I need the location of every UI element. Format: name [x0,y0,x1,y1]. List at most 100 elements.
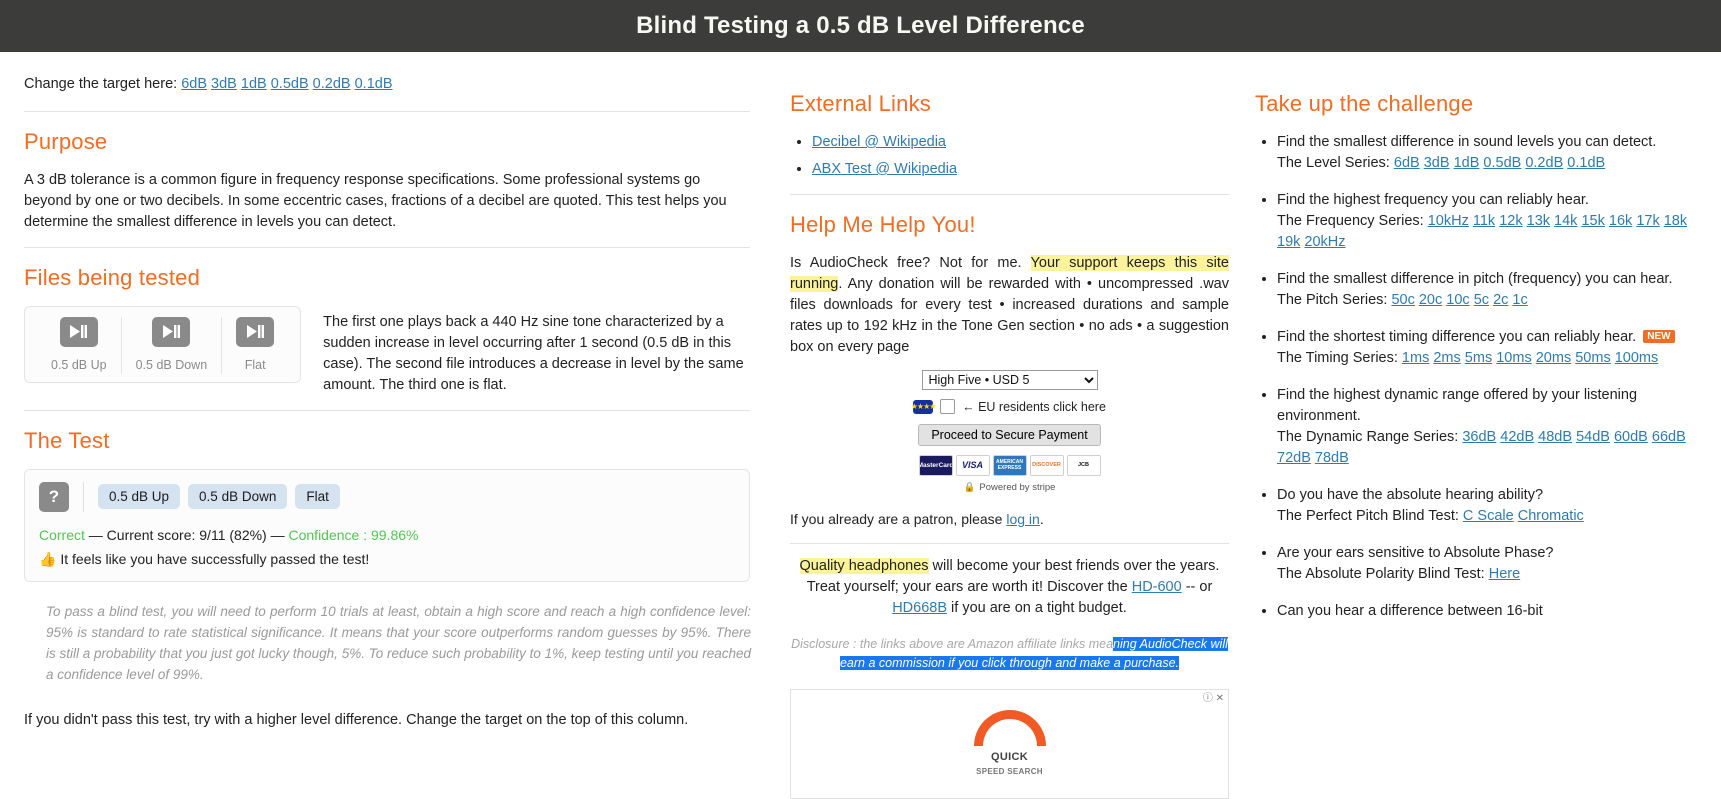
hd600-link[interactable]: HD-600 [1132,579,1182,595]
series-link-10ms[interactable]: 10ms [1496,350,1531,366]
series-link-5ms[interactable]: 5ms [1465,350,1492,366]
advertisement[interactable]: ⓘ ✕ QUICK SPEED SEARCH [790,688,1229,799]
files-description: The first one plays back a 440 Hz sine t… [323,313,744,393]
series-link-0.1dB[interactable]: 0.1dB [1567,155,1605,171]
right-column: Take up the challenge Find the smallest … [1255,52,1721,799]
play-pause-icon [70,325,88,339]
player-label-0: 0.5 dB Up [51,357,107,372]
target-links: 6dB 3dB 1dB 0.5dB 0.2dB 0.1dB [181,76,392,92]
speedometer-icon [973,709,1046,746]
series-link-10c[interactable]: 10c [1446,292,1469,308]
headphones-promo: Quality headphones will become your best… [790,556,1229,619]
challenge-item-2: Find the smallest difference in pitch (f… [1277,269,1713,311]
payment-cards: MasterCard VISA AMERICAN EXPRESS DISCOVER… [790,455,1229,477]
series-link-Chromatic[interactable]: Chromatic [1518,508,1584,524]
play-pause-icon [162,325,180,339]
test-footer: If you didn't pass this test, try with a… [24,712,689,729]
series-link-100ms[interactable]: 100ms [1615,350,1659,366]
series-link-10kHz[interactable]: 10kHz [1428,213,1469,229]
target-link-6dB[interactable]: 6dB [181,76,207,92]
series-link-72dB[interactable]: 72dB [1277,450,1311,466]
series-link-42dB[interactable]: 42dB [1500,429,1534,445]
series-link-60dB[interactable]: 60dB [1614,429,1648,445]
series-link-19k[interactable]: 19k [1277,234,1300,250]
confidence-value: Confidence : 99.86% [288,526,419,543]
player-label-1: 0.5 dB Down [135,357,208,372]
player-box: 0.5 dB Up 0.5 dB Down Flat [24,305,302,383]
challenge-item-1: Find the highest frequency you can relia… [1277,190,1713,253]
series-link-78dB[interactable]: 78dB [1315,450,1349,466]
external-link-1[interactable]: ABX Test @ Wikipedia [812,161,957,177]
series-link-48dB[interactable]: 48dB [1538,429,1572,445]
answer-button-2[interactable]: Flat [295,484,340,510]
discover-icon: DISCOVER [1029,455,1064,477]
target-link-3dB[interactable]: 3dB [211,76,237,92]
series-link-20c[interactable]: 20c [1419,292,1442,308]
series-link-20ms[interactable]: 20ms [1536,350,1571,366]
series-link-Here[interactable]: Here [1489,566,1520,582]
external-link-0[interactable]: Decibel @ Wikipedia [812,134,946,150]
target-link-0.2dB[interactable]: 0.2dB [313,76,351,92]
ad-controls-icon[interactable]: ⓘ ✕ [1203,692,1224,707]
challenge-item-4: Find the highest dynamic range offered b… [1277,385,1713,469]
series-link-14k[interactable]: 14k [1554,213,1577,229]
player-0: 0.5 dB Up [37,316,121,374]
series-link-0.2dB[interactable]: 0.2dB [1525,155,1563,171]
play-pause-button-down[interactable] [152,316,191,347]
challenge-item-7: Can you hear a difference between 16-bit [1277,601,1713,622]
donation-amount-select[interactable]: High Five • USD 5 [921,369,1098,390]
series-link-66dB[interactable]: 66dB [1652,429,1686,445]
series-link-11k[interactable]: 11k [1473,213,1495,229]
series-link-20kHz[interactable]: 20kHz [1304,234,1345,250]
series-link-2ms[interactable]: 2ms [1433,350,1460,366]
divider [24,409,750,411]
series-link-13k[interactable]: 13k [1527,213,1550,229]
answer-button-0[interactable]: 0.5 dB Up [98,484,181,510]
ad-brand: QUICK [991,750,1028,763]
series-link-0.5dB[interactable]: 0.5dB [1483,155,1521,171]
answer-button-1[interactable]: 0.5 dB Down [188,484,288,510]
series-link-54dB[interactable]: 54dB [1576,429,1610,445]
disclosure-plain: Disclosure : the links above are Amazon … [791,637,1114,652]
challenge-heading: Take up the challenge [1255,91,1474,116]
series-link-1dB[interactable]: 1dB [1454,155,1480,171]
test-heading: The Test [24,427,110,453]
series-link-6dB[interactable]: 6dB [1394,155,1420,171]
series-link-50c[interactable]: 50c [1391,292,1414,308]
player-2: Flat [221,316,288,374]
series-link-1c[interactable]: 1c [1512,292,1527,308]
eu-note: ← EU residents click here [962,399,1106,414]
series-link-3dB[interactable]: 3dB [1424,155,1450,171]
series-link-2c[interactable]: 2c [1493,292,1508,308]
series-link-18k[interactable]: 18k [1664,213,1687,229]
target-link-0.1dB[interactable]: 0.1dB [355,76,393,92]
challenge-text: Find the smallest difference in pitch (f… [1277,270,1673,287]
headphones-post: if you are on a tight budget. [947,600,1127,617]
challenge-item-5: Do you have the absolute hearing ability… [1277,485,1713,527]
series-link-1ms[interactable]: 1ms [1402,350,1429,366]
series-link-12k[interactable]: 12k [1499,213,1522,229]
series-link-16k[interactable]: 16k [1609,213,1632,229]
play-pause-button-up[interactable] [59,316,98,347]
amex-icon: AMERICAN EXPRESS [992,455,1027,477]
series-label: The Timing Series: [1277,350,1402,367]
series-link-17k[interactable]: 17k [1636,213,1659,229]
series-link-C Scale[interactable]: C Scale [1463,508,1514,524]
challenge-text: Find the smallest difference in sound le… [1277,133,1657,150]
eu-checkbox[interactable] [940,399,956,415]
hd668b-link[interactable]: HD668B [892,600,947,616]
target-link-0.5dB[interactable]: 0.5dB [271,76,309,92]
stripe-text: Powered by stripe [979,482,1056,494]
help-para-post: . Any donation will be rewarded with • u… [790,275,1229,355]
challenge-text: Find the highest dynamic range offered b… [1277,387,1638,425]
proceed-to-secure-payment-button[interactable]: Proceed to Secure Payment [918,424,1101,447]
play-pause-button-flat[interactable] [236,316,275,347]
target-link-1dB[interactable]: 1dB [241,76,267,92]
new-badge: NEW [1643,330,1675,343]
login-link[interactable]: log in [1006,511,1039,527]
series-link-5c[interactable]: 5c [1474,292,1489,308]
series-link-50ms[interactable]: 50ms [1575,350,1610,366]
series-link-36dB[interactable]: 36dB [1462,429,1496,445]
unknown-play-button[interactable]: ? [39,481,69,512]
series-link-15k[interactable]: 15k [1581,213,1604,229]
